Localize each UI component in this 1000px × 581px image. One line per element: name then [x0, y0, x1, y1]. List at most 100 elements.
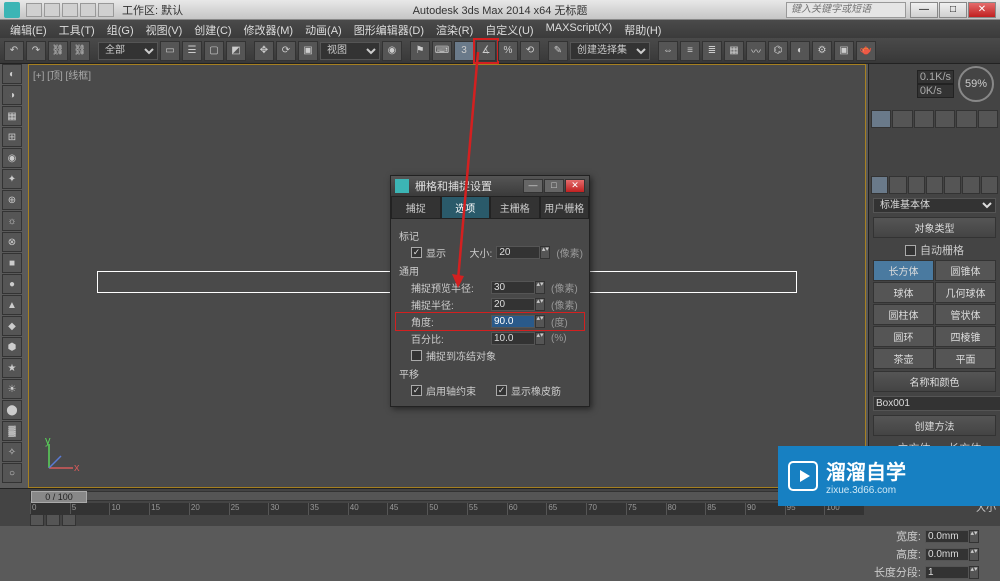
hierarchy-tab[interactable]	[914, 110, 934, 128]
dialog-maximize-button[interactable]: □	[544, 179, 564, 193]
object-type-button[interactable]: 长方体	[873, 260, 934, 281]
lt-btn-16[interactable]: ☀	[2, 379, 22, 399]
move-icon[interactable]: ✥	[254, 41, 274, 61]
workspace-label[interactable]: 工作区: 默认	[122, 2, 183, 18]
lt-btn-15[interactable]: ★	[2, 358, 22, 378]
preview-radius-spinner[interactable]: ▴▾	[535, 281, 545, 294]
object-type-button[interactable]: 圆环	[873, 326, 934, 347]
time-slider-handle[interactable]: 0 / 100	[31, 491, 87, 503]
lt-btn-7[interactable]: ⊕	[2, 190, 22, 210]
timeline-ruler[interactable]: 0510152025303540455055606570758085909510…	[30, 503, 864, 515]
systems-tab[interactable]	[981, 176, 998, 194]
show-checkbox[interactable]: ✓	[411, 247, 422, 258]
utilities-tab[interactable]	[978, 110, 998, 128]
auto-grid-checkbox[interactable]	[905, 245, 916, 256]
motion-tab[interactable]	[935, 110, 955, 128]
viewport-label[interactable]: [+] [顶] [线框]	[33, 67, 91, 82]
geometry-tab[interactable]	[871, 176, 888, 194]
lt-btn-2[interactable]: ◑	[2, 85, 22, 105]
maximize-button[interactable]: □	[939, 2, 967, 18]
name-color-rollout-header[interactable]: 名称和颜色	[873, 371, 996, 392]
keyboard-shortcut-icon[interactable]: ⌨	[432, 41, 452, 61]
menu-item[interactable]: 组(G)	[101, 20, 140, 38]
help-search-input[interactable]	[786, 2, 906, 18]
spacewarps-tab[interactable]	[962, 176, 979, 194]
pivot-icon[interactable]: ◉	[382, 41, 402, 61]
rubber-band-checkbox[interactable]: ✓	[496, 385, 507, 396]
angle-spinner[interactable]: ▴▾	[535, 315, 545, 328]
menu-item[interactable]: 自定义(U)	[479, 20, 539, 38]
scale-icon[interactable]: ▣	[298, 41, 318, 61]
select-name-icon[interactable]: ☰	[182, 41, 202, 61]
undo-icon[interactable]: ↶	[4, 41, 24, 61]
angle-input[interactable]	[491, 315, 535, 328]
material-editor-icon[interactable]: ◐	[790, 41, 810, 61]
qat-save[interactable]	[62, 3, 78, 17]
percent-snap-icon[interactable]: %	[498, 41, 518, 61]
render-frame-icon[interactable]: ▣	[834, 41, 854, 61]
menu-item[interactable]: 帮助(H)	[618, 20, 667, 38]
lt-btn-19[interactable]: ✧	[2, 442, 22, 462]
status-icon-1[interactable]	[30, 514, 44, 526]
dialog-titlebar[interactable]: 栅格和捕捉设置 — □ ✕	[391, 176, 589, 196]
qat-redo[interactable]	[98, 3, 114, 17]
dialog-tab[interactable]: 用户栅格	[540, 196, 590, 219]
menu-item[interactable]: 图形编辑器(D)	[348, 20, 430, 38]
dialog-close-button[interactable]: ✕	[565, 179, 585, 193]
snap-radius-spinner[interactable]: ▴▾	[535, 298, 545, 311]
lt-btn-5[interactable]: ◉	[2, 148, 22, 168]
size-input[interactable]	[496, 246, 540, 259]
render-setup-icon[interactable]: ⚙	[812, 41, 832, 61]
lt-btn-3[interactable]: ▦	[2, 106, 22, 126]
align-icon[interactable]: ≡	[680, 41, 700, 61]
lt-btn-20[interactable]: ○	[2, 463, 22, 483]
freeze-snap-checkbox[interactable]	[411, 350, 422, 361]
object-type-rollout-header[interactable]: 对象类型	[873, 217, 996, 238]
link-icon[interactable]: ⛓	[48, 41, 68, 61]
lt-btn-10[interactable]: ■	[2, 253, 22, 273]
height-spinner[interactable]: ▴▾	[969, 548, 979, 561]
axis-constraint-checkbox[interactable]: ✓	[411, 385, 422, 396]
percent-input[interactable]	[491, 332, 535, 345]
height-input[interactable]	[925, 548, 969, 561]
lt-btn-4[interactable]: ⊞	[2, 127, 22, 147]
spinner-snap-icon[interactable]: ⟲	[520, 41, 540, 61]
object-type-button[interactable]: 平面	[935, 348, 996, 369]
object-type-button[interactable]: 茶壶	[873, 348, 934, 369]
display-tab[interactable]	[956, 110, 976, 128]
lt-btn-12[interactable]: ▲	[2, 295, 22, 315]
qat-new[interactable]	[26, 3, 42, 17]
object-type-button[interactable]: 球体	[873, 282, 934, 303]
curve-editor-icon[interactable]: 〰	[746, 41, 766, 61]
menu-item[interactable]: 动画(A)	[299, 20, 348, 38]
lt-btn-13[interactable]: ◆	[2, 316, 22, 336]
rotate-icon[interactable]: ⟳	[276, 41, 296, 61]
create-tab[interactable]	[871, 110, 891, 128]
qat-undo[interactable]	[80, 3, 96, 17]
menu-item[interactable]: 渲染(R)	[430, 20, 479, 38]
lt-btn-9[interactable]: ⊗	[2, 232, 22, 252]
object-type-button[interactable]: 四棱锥	[935, 326, 996, 347]
lt-btn-11[interactable]: ●	[2, 274, 22, 294]
menu-item[interactable]: 工具(T)	[53, 20, 101, 38]
menu-item[interactable]: 修改器(M)	[238, 20, 300, 38]
edit-named-sel-icon[interactable]: ✎	[548, 41, 568, 61]
modify-tab[interactable]	[892, 110, 912, 128]
snap-radius-input[interactable]	[491, 298, 535, 311]
redo-icon[interactable]: ↷	[26, 41, 46, 61]
qat-open[interactable]	[44, 3, 60, 17]
object-type-button[interactable]: 圆柱体	[873, 304, 934, 325]
lt-btn-6[interactable]: ✦	[2, 169, 22, 189]
mirror-icon[interactable]: ⇔	[658, 41, 678, 61]
cameras-tab[interactable]	[926, 176, 943, 194]
dialog-minimize-button[interactable]: —	[523, 179, 543, 193]
menu-item[interactable]: MAXScript(X)	[540, 20, 619, 38]
select-icon[interactable]: ▭	[160, 41, 180, 61]
dialog-tab[interactable]: 捕捉	[391, 196, 441, 219]
layers-icon[interactable]: ≣	[702, 41, 722, 61]
selection-filter-dropdown[interactable]: 全部	[98, 42, 158, 60]
menu-item[interactable]: 创建(C)	[188, 20, 237, 38]
select-rect-icon[interactable]: ▢	[204, 41, 224, 61]
lt-btn-1[interactable]: ◐	[2, 64, 22, 84]
minimize-button[interactable]: —	[910, 2, 938, 18]
